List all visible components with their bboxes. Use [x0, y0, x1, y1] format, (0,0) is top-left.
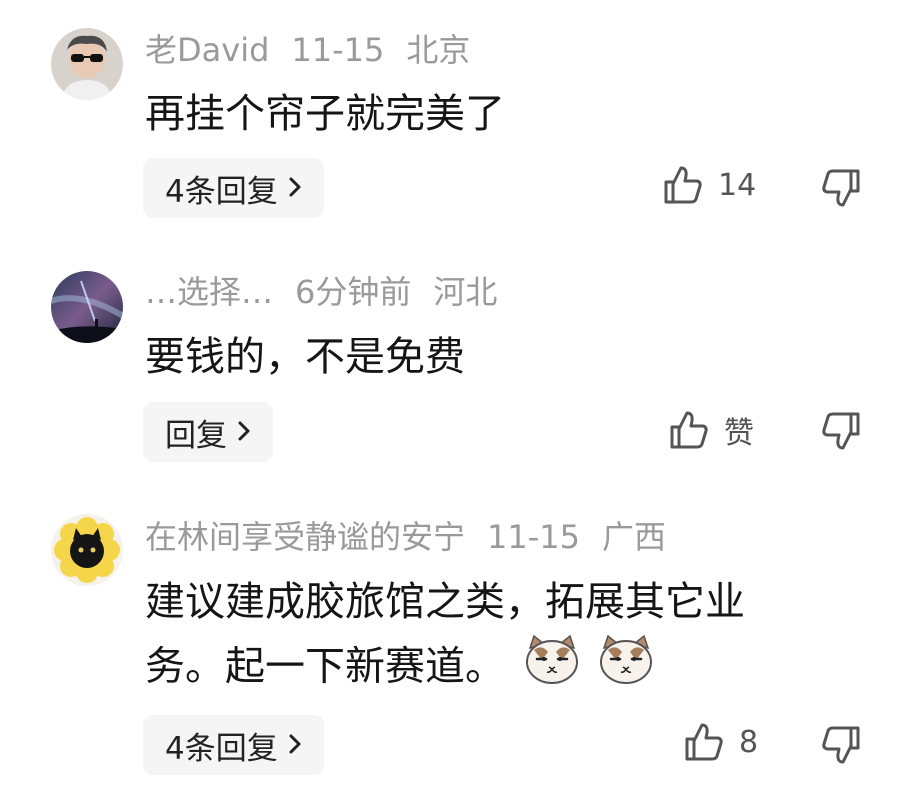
username[interactable]: 老David [145, 31, 269, 69]
comment-location: 广西 [602, 518, 667, 556]
username[interactable]: 在林间享受静谧的安宁 [145, 518, 465, 556]
chevron-right-icon [288, 170, 302, 206]
cat-face-emoji-icon [598, 634, 654, 703]
comment-text-line: 建议建成胶旅馆之类，拓展其它业 [145, 579, 745, 625]
thumbs-down-icon [820, 169, 862, 213]
thumbs-up-icon [683, 721, 725, 763]
comment-text-line: 务。起一下新赛道。 [145, 634, 845, 703]
comment-meta: 在林间享受静谧的安宁 11-15 广西 [145, 517, 688, 557]
avatar[interactable] [51, 514, 123, 586]
comment-text[interactable]: 再挂个帘子就完美了 [145, 82, 845, 146]
night-sky-avatar-icon [51, 271, 123, 343]
comment-location: 北京 [406, 31, 471, 69]
like-count: 8 [739, 724, 759, 760]
comment-time: 11-15 [487, 518, 580, 556]
like-count: 14 [718, 167, 757, 203]
dislike-button[interactable] [820, 167, 862, 213]
avatar[interactable] [51, 28, 123, 100]
username[interactable]: …选择… [145, 273, 273, 311]
thumbs-down-icon [820, 412, 862, 456]
comment-time: 11-15 [291, 31, 385, 69]
avatar[interactable] [51, 271, 123, 343]
reply-label: 4条回复 [165, 173, 278, 210]
dislike-button[interactable] [820, 724, 862, 770]
reply-button[interactable]: 回复 [143, 402, 273, 462]
reply-button[interactable]: 4条回复 [143, 715, 324, 775]
comment-text-segment: 务。起一下新赛道。 [145, 643, 505, 690]
comment-time: 6分钟前 [295, 273, 412, 311]
like-button[interactable]: 赞 [668, 408, 754, 452]
like-button[interactable]: 14 [662, 164, 756, 206]
reply-label: 回复 [165, 417, 227, 454]
comment-meta: 老David 11-15 北京 [145, 30, 492, 70]
comment-location: 河北 [433, 273, 498, 311]
thumbs-up-icon [668, 409, 710, 451]
like-button[interactable]: 8 [683, 721, 758, 763]
thumbs-up-icon [662, 164, 704, 206]
reply-button[interactable]: 4条回复 [143, 158, 324, 218]
comment-text[interactable]: 建议建成胶旅馆之类，拓展其它业 务。起一下新赛道。 [145, 570, 845, 703]
dislike-button[interactable] [820, 410, 862, 456]
cat-face-emoji-icon [524, 634, 580, 703]
chevron-right-icon [237, 414, 251, 450]
comment-text[interactable]: 要钱的，不是免费 [145, 325, 845, 389]
person-with-sunglasses-avatar-icon [51, 28, 123, 100]
like-count: 赞 [724, 416, 754, 451]
black-cat-flower-avatar-icon [51, 514, 123, 586]
reply-label: 4条回复 [165, 730, 278, 767]
comment-meta: …选择… 6分钟前 河北 [145, 272, 519, 312]
thumbs-down-icon [820, 726, 862, 770]
chevron-right-icon [288, 727, 302, 763]
